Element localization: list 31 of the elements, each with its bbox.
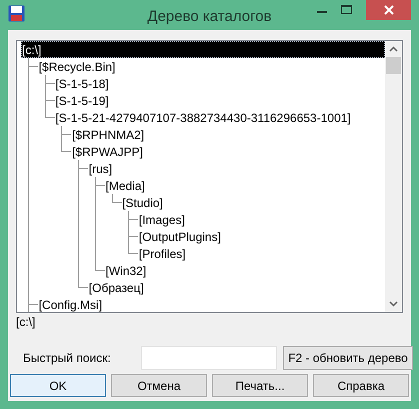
close-icon: [384, 5, 394, 15]
tree-item[interactable]: [Profiles]: [138, 245, 188, 262]
tree-item[interactable]: [c:\]: [21, 41, 385, 58]
tree-item[interactable]: [S-1-5-18]: [54, 75, 111, 92]
tree-item[interactable]: [S-1-5-19]: [54, 92, 111, 109]
tree-item[interactable]: [$Recycle.Bin]: [38, 58, 118, 75]
tree-item[interactable]: [Studio]: [121, 194, 165, 211]
quick-search-field[interactable]: [141, 346, 277, 370]
tree-item[interactable]: [OutputPlugins]: [138, 228, 223, 245]
tree-item[interactable]: [Win32]: [104, 262, 148, 279]
dialog-button[interactable]: Справка: [313, 374, 409, 397]
tree-item[interactable]: [$RPHNMA2]: [71, 126, 146, 143]
quick-search-label: Быстрый поиск:: [22, 350, 112, 367]
close-button[interactable]: [366, 0, 411, 20]
current-path: [c:\]: [16, 315, 36, 329]
tree-item[interactable]: [Образец]: [88, 279, 146, 296]
scrollbar[interactable]: [385, 41, 402, 312]
tree-item[interactable]: [Media]: [104, 177, 147, 194]
dialog-button[interactable]: Печать...: [212, 374, 308, 397]
scrollbar-thumb[interactable]: [386, 57, 401, 74]
tree-item[interactable]: [Images]: [138, 211, 187, 228]
tree-item[interactable]: [S-1-5-21-4279407107-3882734430-3116296653-1001]: [54, 109, 353, 126]
tree-item[interactable]: [$RPWAJPP]: [71, 143, 145, 160]
dialog-button[interactable]: OK: [10, 374, 106, 397]
window-title: Дерево каталогов: [146, 7, 273, 27]
dialog-button[interactable]: Отмена: [111, 374, 207, 397]
maximize-icon[interactable]: [341, 5, 352, 14]
directory-tree[interactable]: [16, 40, 403, 313]
tree-item[interactable]: [Config.Msi]: [38, 296, 104, 312]
refresh-tree-button[interactable]: F2 - обновить дерево: [283, 346, 413, 370]
tree-item[interactable]: [rus]: [88, 160, 114, 177]
